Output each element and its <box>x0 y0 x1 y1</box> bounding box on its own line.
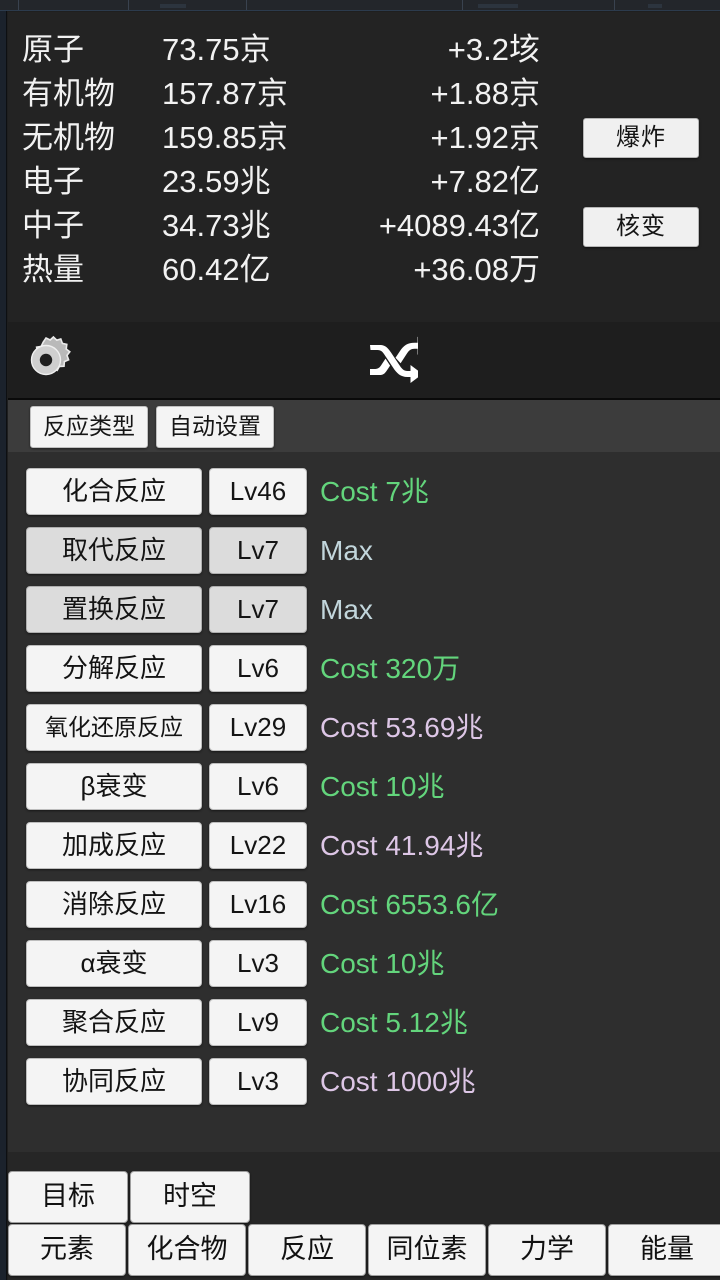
stat-value: 159.85京 <box>162 116 350 160</box>
stat-value: 73.75京 <box>162 28 350 72</box>
shuffle-icon[interactable] <box>368 336 418 384</box>
tab-strip: 反应类型 自动设置 <box>8 400 720 452</box>
reaction-name-button[interactable]: 聚合反应 <box>26 999 202 1046</box>
reaction-level-button[interactable]: Lv6 <box>209 645 307 692</box>
reaction-cost-label: Cost 10兆 <box>320 763 445 810</box>
stat-rate: +1.92京 <box>350 116 562 160</box>
stat-row: 电子 23.59兆 +7.82亿 <box>22 160 562 204</box>
nav-item-goals[interactable]: 目标 <box>8 1171 128 1223</box>
icon-toolbar <box>8 322 720 400</box>
reaction-level-button[interactable]: Lv7 <box>209 527 307 574</box>
explode-button[interactable]: 爆炸 <box>583 118 699 158</box>
stat-name: 电子 <box>22 160 162 204</box>
stat-rate: +4089.43亿 <box>350 204 562 248</box>
reaction-name-button[interactable]: 消除反应 <box>26 881 202 928</box>
stat-rate: +3.2垓 <box>350 28 562 72</box>
stat-rate: +1.88京 <box>350 72 562 116</box>
reaction-level-button[interactable]: Lv7 <box>209 586 307 633</box>
reaction-row: 取代反应 Lv7 Max <box>8 521 720 580</box>
fission-button[interactable]: 核变 <box>583 207 699 247</box>
stat-rate: +7.82亿 <box>350 160 562 204</box>
reaction-name-button[interactable]: 化合反应 <box>26 468 202 515</box>
stat-value: 60.42亿 <box>162 248 350 292</box>
tab-reaction-type[interactable]: 反应类型 <box>30 406 148 448</box>
reaction-cost-label: Cost 320万 <box>320 645 460 692</box>
reaction-row: 分解反应 Lv6 Cost 320万 <box>8 639 720 698</box>
stat-name: 无机物 <box>22 116 162 160</box>
stat-name: 有机物 <box>22 72 162 116</box>
reaction-row: 加成反应 Lv22 Cost 41.94兆 <box>8 816 720 875</box>
reaction-name-button[interactable]: 分解反应 <box>26 645 202 692</box>
reaction-cost-label: Cost 6553.6亿 <box>320 881 499 928</box>
reaction-row: 氧化还原反应 Lv29 Cost 53.69兆 <box>8 698 720 757</box>
stat-value: 23.59兆 <box>162 160 350 204</box>
stat-row: 热量 60.42亿 +36.08万 <box>22 248 562 292</box>
stat-row: 中子 34.73兆 +4089.43亿 <box>22 204 562 248</box>
stat-row: 有机物 157.87京 +1.88京 <box>22 72 562 116</box>
reaction-level-button[interactable]: Lv16 <box>209 881 307 928</box>
system-status-strip <box>0 0 720 11</box>
resource-stats-panel: 原子 73.75京 +3.2垓 有机物 157.87京 +1.88京 无机物 1… <box>8 12 720 322</box>
reaction-cost-label: Cost 41.94兆 <box>320 822 483 869</box>
nav-item-reactions[interactable]: 反应 <box>248 1224 366 1276</box>
stat-rate: +36.08万 <box>350 248 562 292</box>
reaction-cost-label: Cost 1000兆 <box>320 1058 476 1105</box>
reaction-row: β衰变 Lv6 Cost 10兆 <box>8 757 720 816</box>
reaction-row: 消除反应 Lv16 Cost 6553.6亿 <box>8 875 720 934</box>
reaction-cost-label: Max <box>320 527 373 574</box>
stat-name: 热量 <box>22 248 162 292</box>
nav-item-mechanics[interactable]: 力学 <box>488 1224 606 1276</box>
primary-nav: 元素 化合物 反应 同位素 力学 能量 <box>8 1224 720 1276</box>
reaction-name-button[interactable]: 氧化还原反应 <box>26 704 202 751</box>
reaction-name-button[interactable]: 协同反应 <box>26 1058 202 1105</box>
reaction-name-button[interactable]: α衰变 <box>26 940 202 987</box>
reaction-name-button[interactable]: 取代反应 <box>26 527 202 574</box>
nav-item-elements[interactable]: 元素 <box>8 1224 126 1276</box>
app-root: 原子 73.75京 +3.2垓 有机物 157.87京 +1.88京 无机物 1… <box>0 0 720 1280</box>
reaction-cost-label: Cost 7兆 <box>320 468 429 515</box>
reaction-row: 化合反应 Lv46 Cost 7兆 <box>8 462 720 521</box>
reaction-list[interactable]: 化合反应 Lv46 Cost 7兆 取代反应 Lv7 Max 置换反应 Lv7 … <box>8 452 720 1152</box>
reaction-row: 协同反应 Lv3 Cost 1000兆 <box>8 1052 720 1111</box>
reaction-level-button[interactable]: Lv3 <box>209 940 307 987</box>
left-edge-bar <box>0 11 7 1280</box>
reaction-row: 聚合反应 Lv9 Cost 5.12兆 <box>8 993 720 1052</box>
reaction-level-button[interactable]: Lv3 <box>209 1058 307 1105</box>
reaction-row: 置换反应 Lv7 Max <box>8 580 720 639</box>
reaction-cost-label: Cost 5.12兆 <box>320 999 468 1046</box>
secondary-nav: 目标 时空 <box>8 1171 252 1223</box>
gear-icon[interactable] <box>20 334 72 386</box>
reaction-level-button[interactable]: Lv46 <box>209 468 307 515</box>
nav-item-compounds[interactable]: 化合物 <box>128 1224 246 1276</box>
reaction-cost-label: Cost 10兆 <box>320 940 445 987</box>
reaction-row: α衰变 Lv3 Cost 10兆 <box>8 934 720 993</box>
reaction-name-button[interactable]: 置换反应 <box>26 586 202 633</box>
stat-name: 原子 <box>22 28 162 72</box>
stat-value: 34.73兆 <box>162 204 350 248</box>
resource-stats-table: 原子 73.75京 +3.2垓 有机物 157.87京 +1.88京 无机物 1… <box>22 28 562 292</box>
reaction-level-button[interactable]: Lv29 <box>209 704 307 751</box>
reaction-name-button[interactable]: β衰变 <box>26 763 202 810</box>
reaction-level-button[interactable]: Lv22 <box>209 822 307 869</box>
reaction-level-button[interactable]: Lv9 <box>209 999 307 1046</box>
reaction-level-button[interactable]: Lv6 <box>209 763 307 810</box>
reaction-name-button[interactable]: 加成反应 <box>26 822 202 869</box>
nav-item-isotopes[interactable]: 同位素 <box>368 1224 486 1276</box>
nav-item-energy[interactable]: 能量 <box>608 1224 720 1276</box>
stat-row: 原子 73.75京 +3.2垓 <box>22 28 562 72</box>
stat-value: 157.87京 <box>162 72 350 116</box>
stat-row: 无机物 159.85京 +1.92京 <box>22 116 562 160</box>
stat-name: 中子 <box>22 204 162 248</box>
reaction-cost-label: Max <box>320 586 373 633</box>
nav-item-spacetime[interactable]: 时空 <box>130 1171 250 1223</box>
reaction-cost-label: Cost 53.69兆 <box>320 704 483 751</box>
tab-auto-settings[interactable]: 自动设置 <box>156 406 274 448</box>
